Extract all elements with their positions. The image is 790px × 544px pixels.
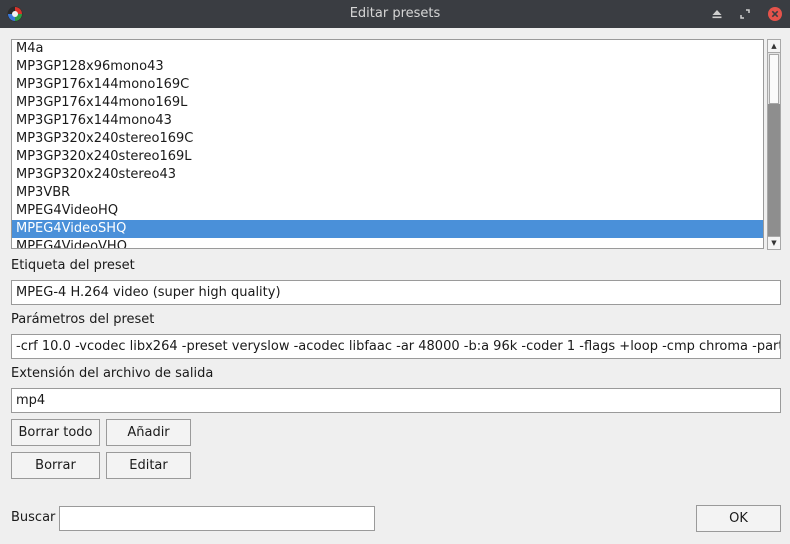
list-item[interactable]: MPEG4VideoSHQ	[12, 220, 763, 238]
search-label: Buscar	[11, 510, 56, 525]
preset-label-field[interactable]: MPEG-4 H.264 video (super high quality)	[11, 280, 781, 305]
output-extension-label: Extensión del archivo de salida	[11, 366, 214, 381]
list-item[interactable]: MP3GP320x240stereo43	[12, 166, 763, 184]
clear-all-button[interactable]: Borrar todo	[11, 419, 100, 446]
list-item[interactable]: MP3GP176x144mono43	[12, 112, 763, 130]
preset-list-scrollbar[interactable]: ▲ ▼	[767, 39, 781, 250]
restore-icon[interactable]	[737, 6, 753, 22]
search-input[interactable]	[59, 506, 375, 531]
scroll-down-icon[interactable]: ▼	[768, 236, 780, 249]
scroll-track[interactable]	[768, 104, 780, 237]
list-item[interactable]: MP3GP128x96mono43	[12, 58, 763, 76]
scroll-up-icon[interactable]: ▲	[768, 40, 780, 53]
list-item[interactable]: MP3GP320x240stereo169C	[12, 130, 763, 148]
list-item[interactable]: MPEG4VideoHQ	[12, 202, 763, 220]
keep-above-icon[interactable]	[709, 6, 725, 22]
delete-button[interactable]: Borrar	[11, 452, 100, 479]
preset-params-field[interactable]: -crf 10.0 -vcodec libx264 -preset verysl…	[11, 334, 781, 359]
list-item[interactable]: MP3GP176x144mono169C	[12, 76, 763, 94]
edit-button[interactable]: Editar	[106, 452, 191, 479]
preset-label-label: Etiqueta del preset	[11, 258, 135, 273]
window-title: Editar presets	[349, 6, 441, 21]
title-bar: Editar presets	[0, 0, 790, 28]
list-item[interactable]: MPEG4VideoVHQ	[12, 238, 763, 248]
scroll-thumb[interactable]	[769, 54, 779, 104]
output-extension-field[interactable]: mp4	[11, 388, 781, 413]
ok-button[interactable]: OK	[696, 505, 781, 532]
list-item[interactable]: M4a	[12, 40, 763, 58]
close-icon[interactable]	[767, 6, 783, 22]
list-item[interactable]: MP3GP176x144mono169L	[12, 94, 763, 112]
preset-list[interactable]: M4a MP3GP128x96mono43 MP3GP176x144mono169C…	[11, 39, 764, 249]
preset-params-label: Parámetros del preset	[11, 312, 155, 327]
list-item[interactable]: MP3GP320x240stereo169L	[12, 148, 763, 166]
list-item[interactable]: MP3VBR	[12, 184, 763, 202]
add-button[interactable]: Añadir	[106, 419, 191, 446]
